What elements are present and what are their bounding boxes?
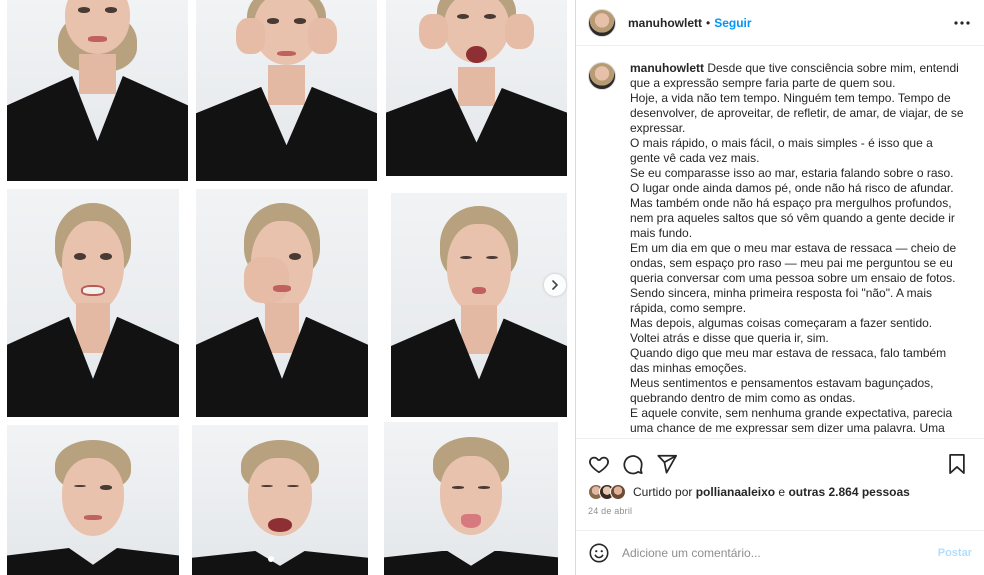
post-comment-button[interactable]: Postar [938, 547, 972, 559]
comment-button[interactable] [622, 453, 644, 475]
caption-paragraph: Hoje, a vida não tem tempo. Ninguém tem … [630, 91, 964, 135]
carousel-next-button[interactable] [544, 274, 566, 296]
liked-by-prefix: Curtido por [633, 485, 693, 499]
photo-tile-1 [7, 0, 188, 181]
post-date[interactable]: 24 de abril [588, 506, 632, 516]
caption-paragraph: Mas também onde não há espaço pra mergul… [630, 196, 955, 240]
save-button[interactable] [946, 453, 968, 475]
caption-paragraph: Se eu comparasse isso ao mar, estaria fa… [630, 166, 954, 180]
caption-row: manuhowlett Desde que tive consciência s… [588, 61, 964, 438]
more-horizontal-icon [954, 20, 970, 25]
caption-scroll-area[interactable]: manuhowlett Desde que tive consciência s… [576, 47, 984, 438]
emoji-picker-button[interactable] [588, 542, 610, 564]
smiley-icon [589, 543, 609, 563]
caption-text: manuhowlett Desde que tive consciência s… [630, 61, 964, 438]
liker-avatars[interactable] [588, 484, 626, 500]
comment-input[interactable] [622, 546, 938, 560]
paper-plane-icon [657, 454, 678, 474]
like-button[interactable] [588, 453, 610, 475]
caption-paragraph: Quando digo que meu mar estava de ressac… [630, 346, 947, 375]
caption-paragraph: O lugar onde ainda damos pé, onde não há… [630, 181, 954, 195]
liked-by-user-link[interactable]: pollianaaleixo [696, 485, 775, 499]
likes-summary: Curtido por pollianaaleixo e outras 2.86… [588, 484, 910, 500]
heart-icon [589, 456, 609, 474]
caption-username[interactable]: manuhowlett [630, 61, 704, 75]
more-options-button[interactable] [952, 13, 972, 33]
photo-tile-2 [196, 0, 377, 181]
photo-tile-3 [386, 0, 567, 176]
caption-paragraph: manuhowlett Desde que tive consciência s… [630, 61, 964, 91]
carousel-indicator-dot [268, 556, 274, 562]
author-username[interactable]: manuhowlett [628, 16, 702, 30]
comment-composer: Postar [576, 530, 984, 575]
bookmark-icon [949, 453, 965, 475]
post-details-panel: manuhowlett • Seguir manuhowlett Desde q… [575, 0, 984, 575]
photo-tile-5 [196, 189, 368, 417]
post-media-grid[interactable] [0, 0, 575, 575]
comment-bubble-icon [623, 455, 643, 475]
chevron-right-icon [552, 280, 558, 290]
liked-by-others-link[interactable]: outras 2.864 pessoas [788, 485, 909, 499]
follow-button[interactable]: Seguir [714, 16, 751, 30]
caption-avatar[interactable] [588, 62, 616, 90]
author-avatar[interactable] [588, 8, 616, 37]
caption-paragraph: O mais rápido, o mais fácil, o mais simp… [630, 136, 933, 165]
photo-tile-7 [7, 425, 179, 575]
photo-tile-9 [384, 422, 558, 575]
caption-paragraph: Sendo sincera, minha primeira resposta f… [630, 286, 933, 315]
caption-paragraph: Em um dia em que o meu mar estava de res… [630, 241, 957, 285]
caption-paragraph: E aquele convite, sem nenhuma grande exp… [630, 406, 953, 438]
caption-paragraph: Meus sentimentos e pensamentos estavam b… [630, 376, 934, 405]
photo-tile-4 [7, 189, 179, 417]
caption-paragraph: Mas depois, algumas coisas começaram a f… [630, 316, 933, 345]
header-separator: • [706, 15, 711, 30]
photo-tile-6 [391, 193, 567, 417]
liker-avatar [610, 484, 626, 500]
photo-tile-8 [192, 425, 368, 575]
post-header: manuhowlett • Seguir [576, 0, 984, 46]
liked-by-connector: e [778, 485, 786, 499]
share-button[interactable] [656, 453, 678, 475]
